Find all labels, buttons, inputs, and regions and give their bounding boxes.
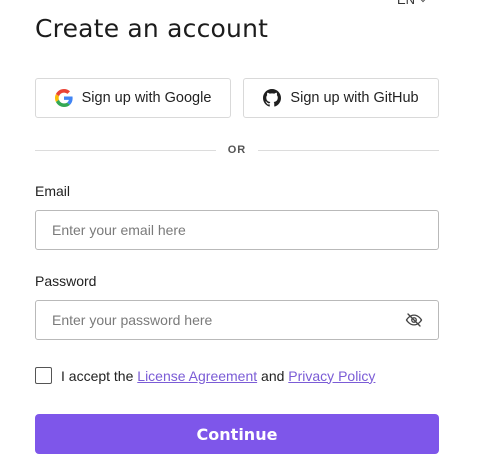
github-signup-button[interactable]: Sign up with GitHub xyxy=(243,78,439,118)
google-signup-button[interactable]: Sign up with Google xyxy=(35,78,231,118)
chevron-down-icon xyxy=(418,0,428,2)
divider-line-left xyxy=(35,149,216,151)
password-field-container xyxy=(35,300,439,340)
terms-checkbox[interactable] xyxy=(35,367,52,384)
divider-line-right xyxy=(258,149,439,151)
google-signup-label: Sign up with Google xyxy=(81,90,212,106)
page-title: Create an account xyxy=(35,14,269,43)
password-field[interactable] xyxy=(36,301,394,339)
signup-page: EN Create an account Sign up with Google… xyxy=(0,0,479,469)
eye-slash-icon[interactable] xyxy=(394,301,434,339)
terms-connector: and xyxy=(261,367,285,384)
email-field[interactable] xyxy=(36,211,438,249)
terms-row: I accept the License Agreement and Priva… xyxy=(35,367,375,384)
terms-prefix: I accept the xyxy=(61,367,134,384)
github-logo-icon xyxy=(263,89,282,107)
license-agreement-link[interactable]: License Agreement xyxy=(137,368,257,384)
github-signup-label: Sign up with GitHub xyxy=(290,90,419,106)
continue-button[interactable]: Continue xyxy=(35,414,439,454)
email-label: Email xyxy=(35,183,71,199)
language-selector[interactable]: EN xyxy=(397,0,428,7)
email-field-container xyxy=(35,210,439,250)
language-label: EN xyxy=(397,0,415,7)
divider-text: OR xyxy=(227,144,247,156)
privacy-policy-link[interactable]: Privacy Policy xyxy=(288,368,375,384)
google-logo-icon xyxy=(54,89,73,107)
or-divider: OR xyxy=(35,142,439,158)
password-label: Password xyxy=(35,273,97,289)
